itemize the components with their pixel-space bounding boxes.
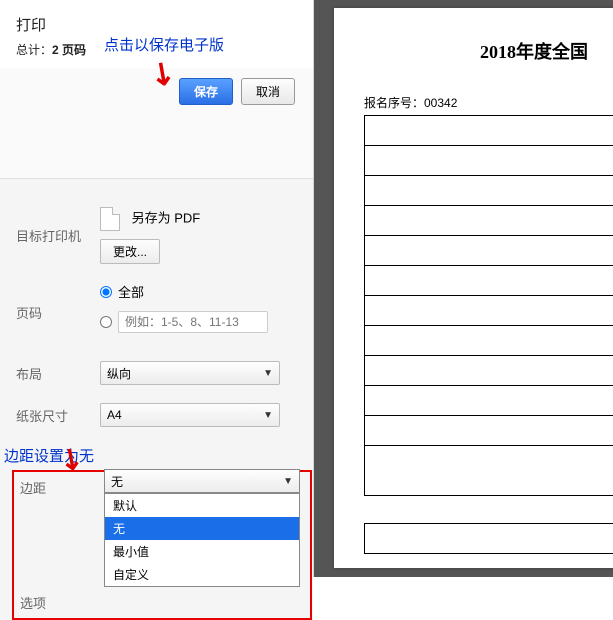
- margins-option-custom[interactable]: 自定义: [105, 563, 299, 586]
- destination-value: 另存为 PDF: [132, 210, 201, 225]
- layout-row: 布局 纵向▼: [16, 361, 297, 385]
- chevron-down-icon: ▼: [283, 476, 293, 487]
- preview-table: *考区名称 *网络报名注册号 *性 别 *民 族 *证件号码 *学历性质 *毕业…: [364, 115, 613, 554]
- print-title: 打印: [16, 14, 297, 35]
- margins-dropdown-list: 默认 无 最小值 自定义: [104, 493, 300, 587]
- annotation-save-hint: 点击以保存电子版: [104, 34, 224, 55]
- table-row: *通讯地址: [365, 524, 613, 554]
- pages-label: 页码: [16, 303, 100, 322]
- table-row: [365, 496, 613, 524]
- table-row: *从业资格证书编号: [365, 356, 613, 386]
- pages-range-input[interactable]: [118, 311, 268, 333]
- table-row: *学历性质: [365, 266, 613, 296]
- pages-range-radio[interactable]: [100, 316, 112, 328]
- table-row: 工作单位: [365, 446, 613, 496]
- table-row: *毕业证编号: [365, 326, 613, 356]
- preview-page: 2018年度全国 报名序号：00342 *考区名称 *网络报名注册号 *性 别 …: [334, 8, 613, 568]
- pdf-icon: [100, 207, 120, 231]
- table-row: *证件号码: [365, 236, 613, 266]
- table-row: *邮 编: [365, 416, 613, 446]
- paper-row: 纸张尺寸 A4▼: [16, 403, 297, 427]
- change-destination-button[interactable]: 更改...: [100, 239, 160, 264]
- pages-row: 页码 全部: [16, 282, 297, 343]
- preview-sub: 报名序号：00342: [364, 94, 613, 111]
- paper-select[interactable]: A4▼: [100, 403, 280, 427]
- paper-label: 纸张尺寸: [16, 406, 100, 425]
- table-row: *网络报名注册号: [365, 146, 613, 176]
- pages-all-label: 全部: [118, 282, 144, 301]
- layout-label: 布局: [16, 364, 100, 383]
- margins-option-default[interactable]: 默认: [105, 494, 299, 517]
- pages-all-radio[interactable]: [100, 286, 112, 298]
- margins-option-min[interactable]: 最小值: [105, 540, 299, 563]
- save-button[interactable]: 保存: [179, 78, 233, 105]
- preview-title: 2018年度全国: [334, 38, 613, 64]
- annotation-margin-hint: 边距设置为无: [4, 445, 297, 466]
- table-row: *性 别: [365, 176, 613, 206]
- table-row: *电话号码: [365, 386, 613, 416]
- margin-highlight-box: 边距 无▼ 默认 无 最小值 自定义 选项: [12, 470, 312, 620]
- table-row: *毕业院校: [365, 296, 613, 326]
- margins-label: 边距: [20, 478, 104, 497]
- options-label: 选项: [20, 593, 104, 612]
- chevron-down-icon: ▼: [263, 368, 273, 379]
- margins-option-none[interactable]: 无: [105, 517, 299, 540]
- layout-select[interactable]: 纵向▼: [100, 361, 280, 385]
- table-row: *民 族: [365, 206, 613, 236]
- chevron-down-icon: ▼: [263, 410, 273, 421]
- print-preview-area: 2018年度全国 报名序号：00342 *考区名称 *网络报名注册号 *性 别 …: [314, 0, 613, 577]
- margins-select[interactable]: 无▼: [104, 469, 300, 493]
- destination-label: 目标打印机: [16, 226, 100, 245]
- cancel-button[interactable]: 取消: [241, 78, 295, 105]
- arrow-icon: ↘: [142, 52, 183, 95]
- table-row: *考区名称: [365, 116, 613, 146]
- destination-row: 目标打印机 另存为 PDF 更改...: [16, 207, 297, 264]
